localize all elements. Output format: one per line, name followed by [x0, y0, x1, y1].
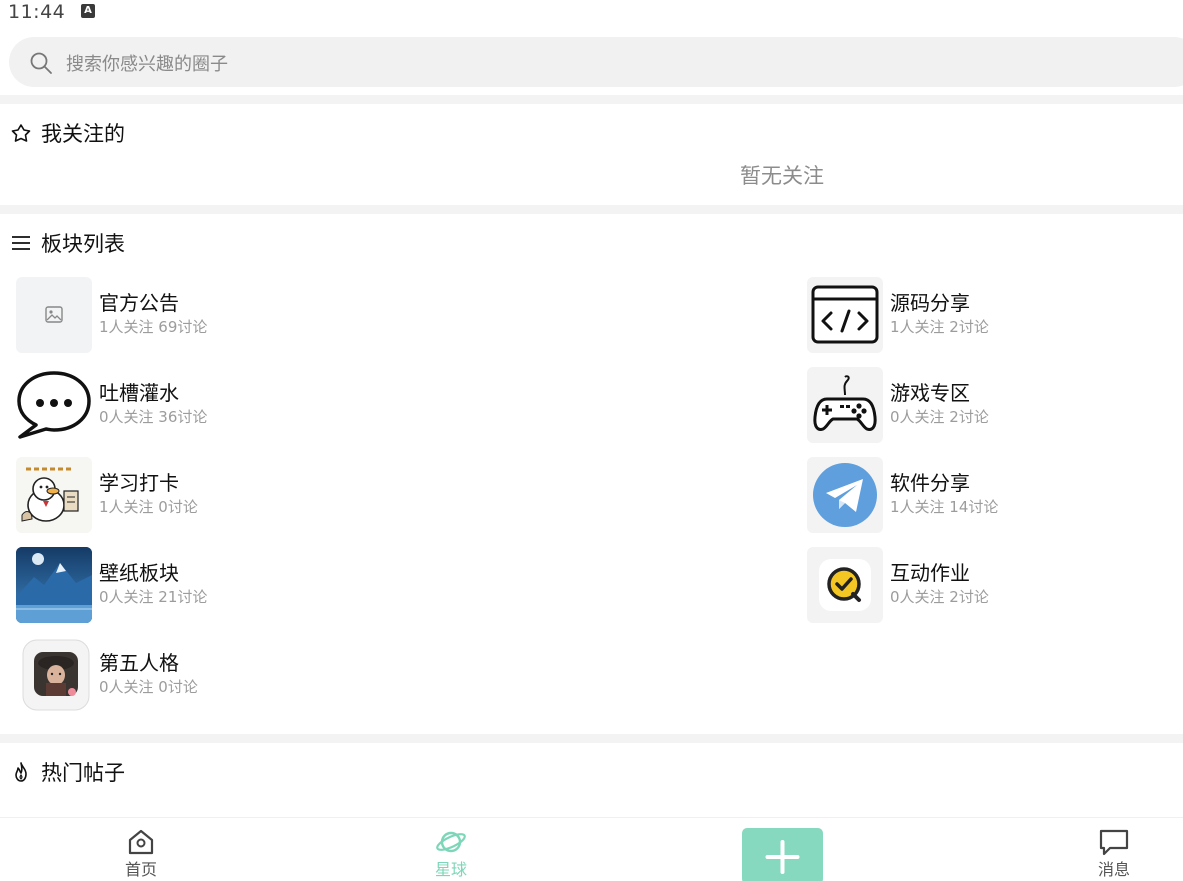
flame-icon: [15, 762, 27, 782]
nav-home[interactable]: 首页: [101, 828, 181, 880]
board-item-official[interactable]: 官方公告 1人关注 69讨论: [16, 277, 406, 355]
nav-home-label: 首页: [124, 860, 157, 879]
home-icon: [128, 829, 154, 855]
plus-icon: [765, 840, 800, 874]
nav-messages-label: 消息: [1097, 860, 1130, 879]
board-meta: 1人关注 2讨论: [890, 318, 989, 336]
board-meta: 1人关注 14讨论: [890, 498, 999, 516]
boards-header: 板块列表: [10, 228, 125, 258]
bottom-nav: 首页 星球 消息: [0, 817, 1183, 881]
board-meta: 0人关注 2讨论: [890, 408, 989, 426]
following-header: 我关注的: [10, 118, 125, 148]
planet-icon: [436, 831, 466, 853]
board-meta: 0人关注 36讨论: [99, 408, 208, 426]
section-divider: [0, 734, 1183, 743]
board-name: 学习打卡: [99, 471, 179, 495]
board-name: 官方公告: [99, 291, 179, 315]
board-meta: 1人关注 69讨论: [99, 318, 208, 336]
hot-posts-title: 热门帖子: [41, 761, 125, 785]
following-title: 我关注的: [41, 122, 125, 146]
board-item-homework[interactable]: 互动作业 0人关注 2讨论: [807, 547, 1183, 625]
nav-planet[interactable]: 星球: [411, 828, 491, 880]
board-item-wallpaper[interactable]: 壁纸板块 0人关注 21讨论: [16, 547, 406, 625]
flower-icon: [11, 124, 31, 142]
add-post-button[interactable]: [742, 828, 823, 881]
speech-bubble-icon: [16, 367, 92, 443]
board-name: 壁纸板块: [99, 561, 179, 585]
board-meta: 0人关注 21讨论: [99, 588, 208, 606]
board-name: 游戏专区: [890, 381, 970, 405]
section-divider: [0, 95, 1183, 104]
search-placeholder: 搜索你感兴趣的圈子: [66, 54, 228, 75]
board-meta: 1人关注 0讨论: [99, 498, 198, 516]
board-item-software[interactable]: 软件分享 1人关注 14讨论: [807, 457, 1183, 535]
following-empty-text: 暂无关注: [740, 164, 824, 188]
board-item-chat[interactable]: 吐槽灌水 0人关注 36讨论: [16, 367, 406, 445]
section-divider: [0, 205, 1183, 214]
code-window-icon: [807, 277, 883, 353]
boards-title: 板块列表: [41, 232, 125, 256]
board-item-study[interactable]: 学习打卡 1人关注 0讨论: [16, 457, 406, 535]
status-time: 11:44: [8, 1, 66, 23]
board-name: 互动作业: [890, 561, 970, 585]
message-icon: [1099, 829, 1129, 856]
board-name: 第五人格: [99, 651, 179, 675]
status-bar: 11:44 A: [0, 0, 1183, 26]
search-input[interactable]: 搜索你感兴趣的圈子: [9, 37, 1183, 87]
duck-study-icon: [16, 457, 92, 533]
gamepad-icon: [807, 367, 883, 443]
board-item-source-code[interactable]: 源码分享 1人关注 2讨论: [807, 277, 1183, 355]
board-meta: 0人关注 2讨论: [890, 588, 989, 606]
check-badge-icon: [807, 547, 883, 623]
board-name: 吐槽灌水: [99, 381, 179, 405]
image-placeholder-icon: [16, 277, 92, 353]
game-character-icon: [16, 637, 92, 713]
paper-plane-icon: [807, 457, 883, 533]
search-icon: [30, 52, 52, 74]
board-item-identity-v[interactable]: 第五人格 0人关注 0讨论: [16, 637, 406, 715]
nav-planet-label: 星球: [434, 860, 467, 879]
nav-messages[interactable]: 消息: [1074, 828, 1154, 880]
board-meta: 0人关注 0讨论: [99, 678, 198, 696]
mountain-wallpaper-icon: [16, 547, 92, 623]
board-name: 源码分享: [890, 291, 970, 315]
keyboard-indicator-icon: A: [81, 4, 95, 18]
board-item-games[interactable]: 游戏专区 0人关注 2讨论: [807, 367, 1183, 445]
board-name: 软件分享: [890, 471, 970, 495]
list-icon: [12, 236, 30, 250]
hot-posts-header: 热门帖子: [10, 757, 125, 787]
